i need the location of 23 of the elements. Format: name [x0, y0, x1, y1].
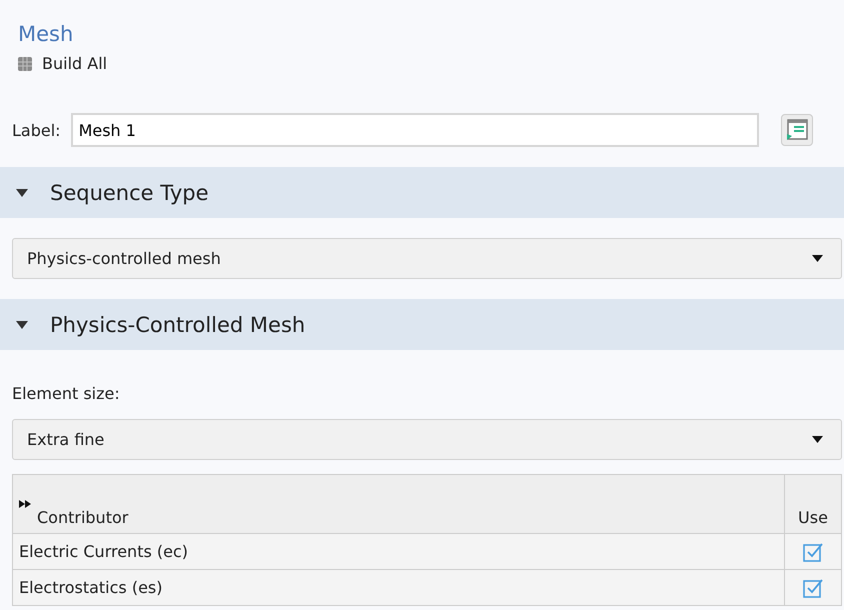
section-header[interactable]: Physics-Controlled Mesh — [0, 299, 844, 350]
label-field[interactable]: Mesh 1 — [70, 113, 759, 147]
build-all-button[interactable]: Build All — [18, 54, 108, 73]
comment-button[interactable] — [780, 114, 813, 146]
section-header[interactable]: Sequence Type — [0, 167, 844, 218]
panel-title: Mesh — [17, 21, 74, 46]
column-header[interactable]: Use — [784, 474, 842, 534]
field-label: Element size: — [12, 384, 120, 403]
checkbox[interactable] — [803, 542, 823, 562]
checkbox[interactable] — [803, 578, 823, 598]
table-cell: Electrostatics (es) — [12, 570, 784, 606]
mesh-grid-icon — [18, 56, 32, 70]
fast-forward-icon[interactable] — [19, 500, 31, 508]
dropdown[interactable]: Extra fine — [12, 419, 842, 460]
dropdown[interactable]: Physics-controlled mesh — [12, 238, 842, 279]
dropdown-arrow-icon — [812, 436, 823, 443]
collapse-caret-icon — [16, 320, 28, 328]
label-caption: Label: — [12, 120, 61, 140]
dropdown-arrow-icon — [812, 255, 823, 262]
comment-icon — [784, 118, 809, 142]
column-header[interactable]: Contributor — [12, 474, 784, 534]
collapse-caret-icon — [16, 188, 28, 196]
table-cell: Electric Currents (ec) — [12, 534, 784, 570]
